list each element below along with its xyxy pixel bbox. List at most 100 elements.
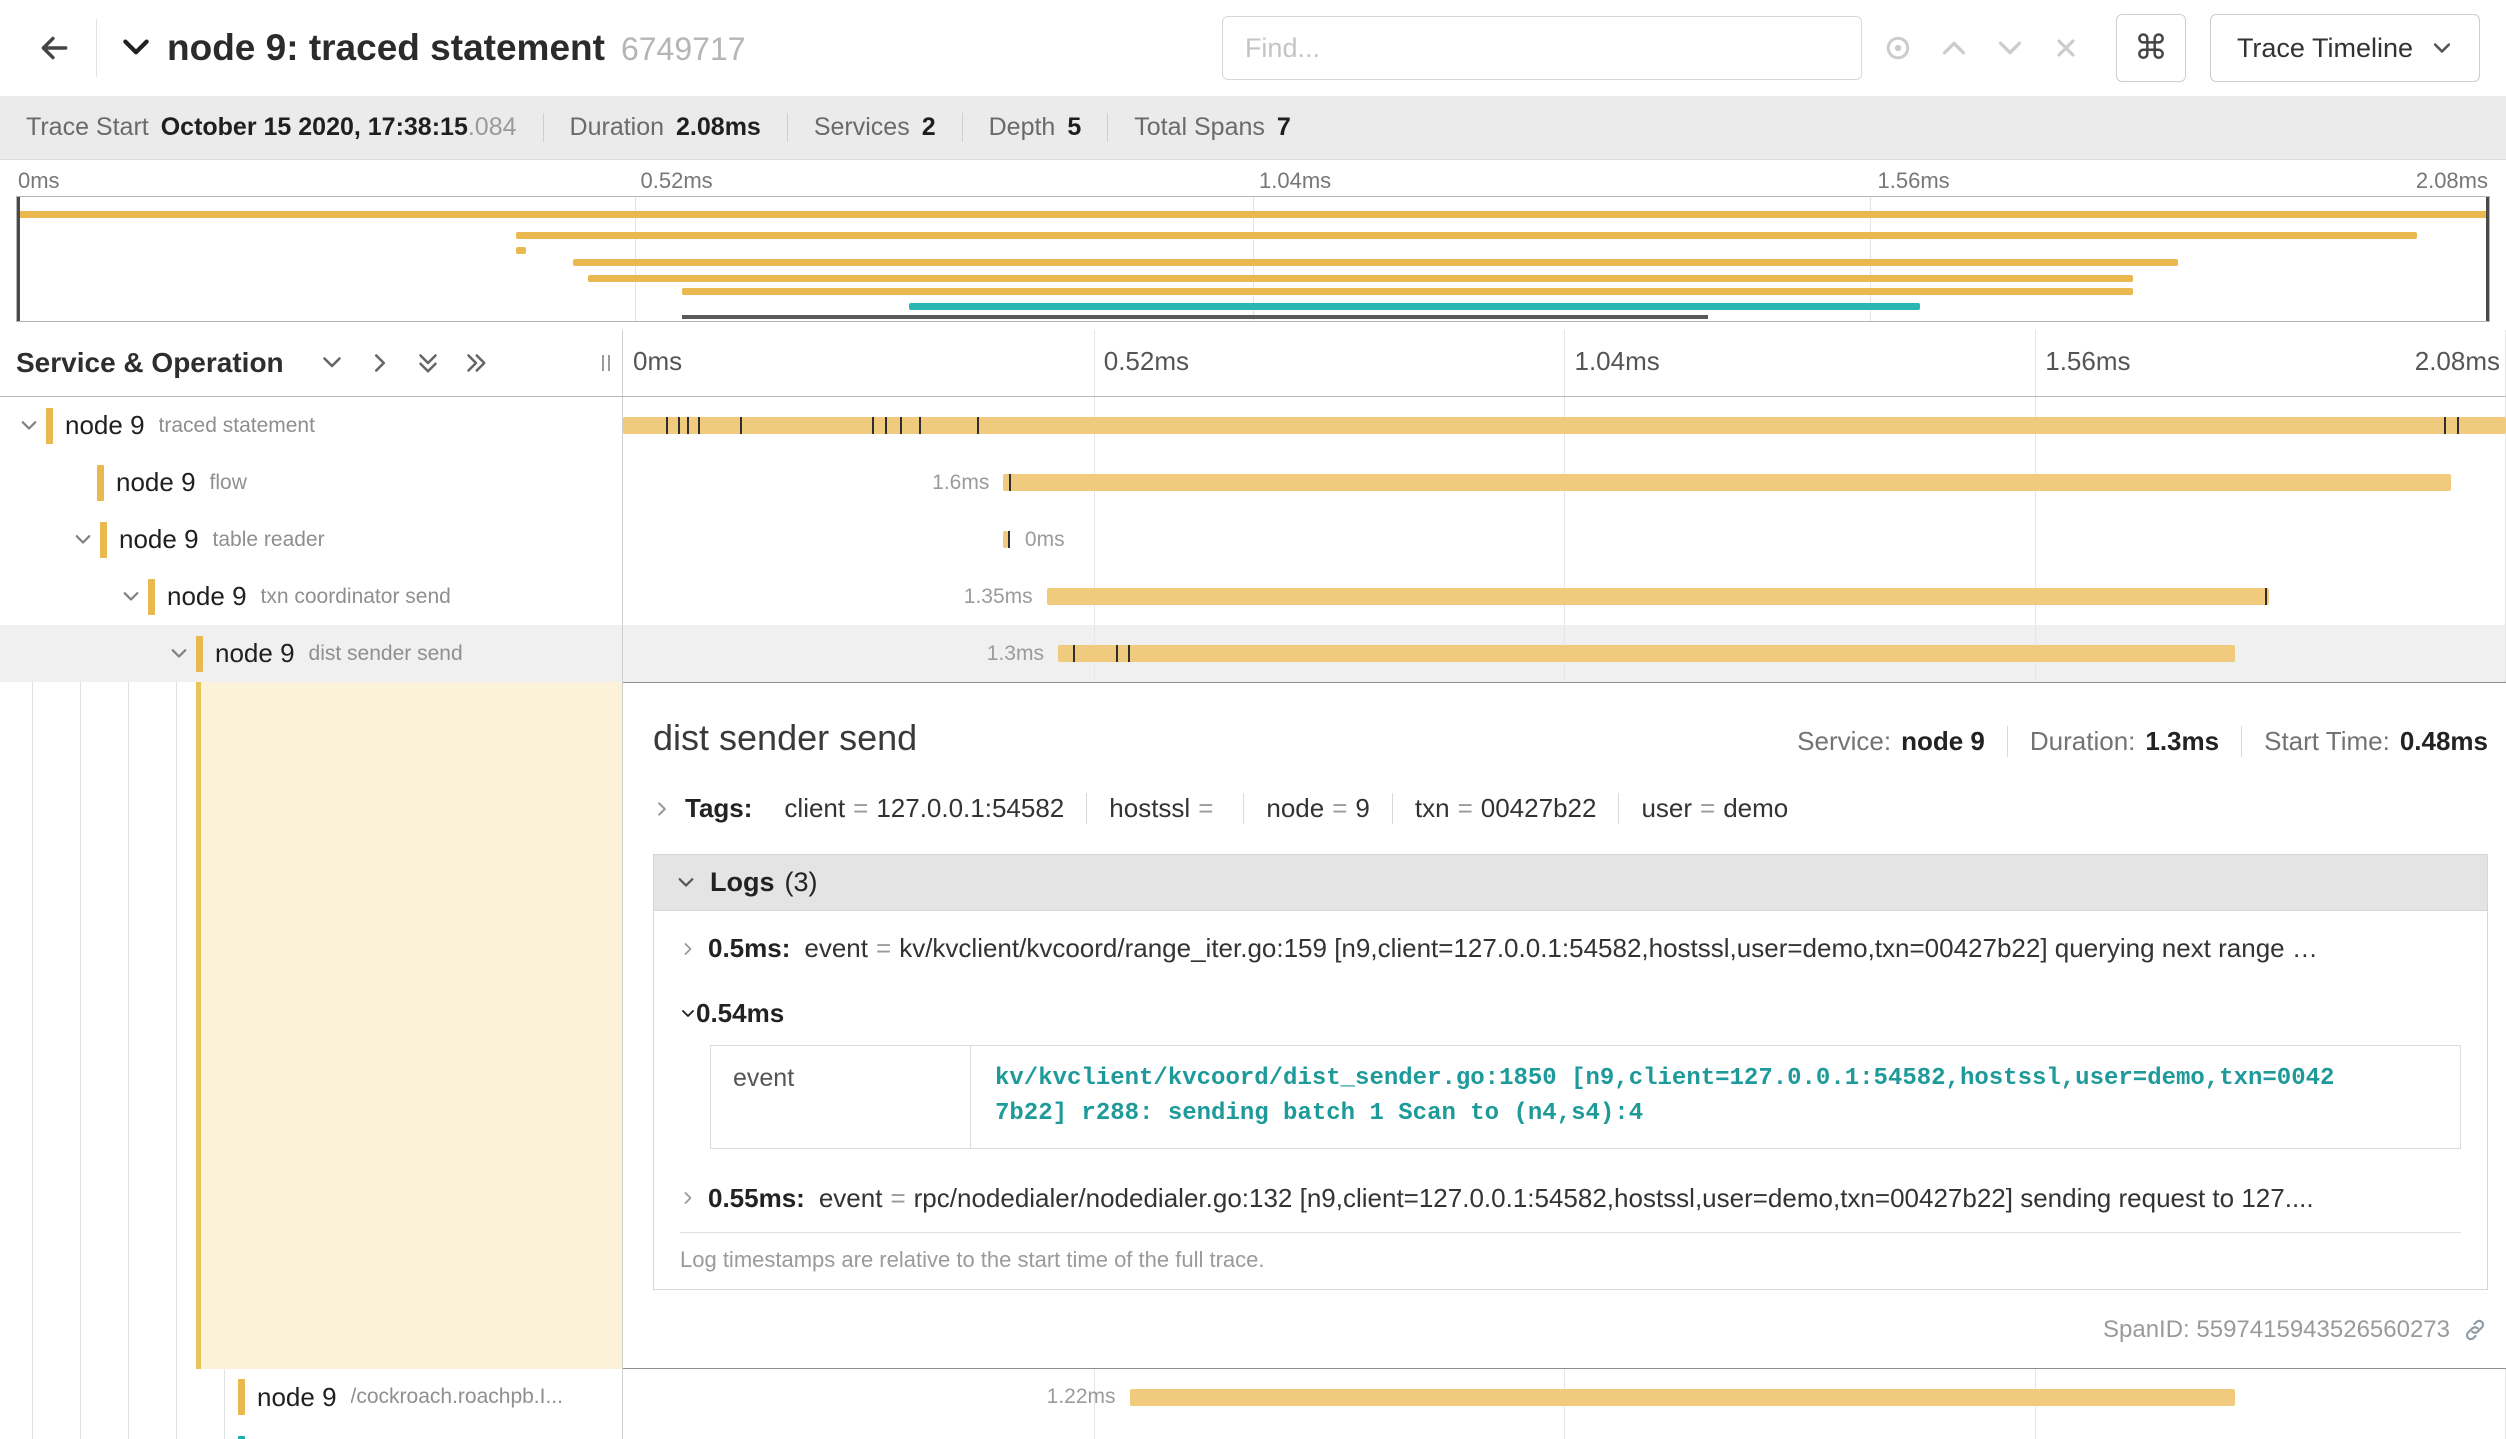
span-row-roachpb-node4: node 4 /cockroach.roachpb.I... 0.85ms	[0, 1426, 2506, 1439]
tag-value: 127.0.0.1:54582	[876, 793, 1064, 823]
span-duration-label: 0ms	[1025, 528, 1065, 552]
column-resize-grip[interactable]	[596, 347, 616, 379]
trace-id: 6749717	[621, 31, 746, 68]
minimap-span-bar	[17, 211, 2489, 218]
ruler-tick: 1.04ms	[1575, 346, 1660, 377]
span-row-table-reader: node 9 table reader 0ms	[0, 511, 2506, 568]
chevron-down-icon[interactable]	[114, 587, 148, 607]
summary-label: Services	[814, 113, 910, 142]
span-name-cell[interactable]: node 9 dist sender send	[0, 625, 623, 682]
tree-tools	[320, 351, 488, 375]
logs-count: (3)	[785, 867, 818, 898]
span-bar[interactable]	[1130, 1389, 2235, 1406]
keyboard-shortcuts-button[interactable]: ⌘	[2116, 14, 2186, 82]
service-name: node 9	[257, 1382, 337, 1413]
logs-body: 0.5ms: event=kv/kvclient/kvcoord/range_i…	[654, 911, 2487, 1289]
service-color-indicator	[196, 636, 203, 672]
log-timestamp: 0.5ms:	[708, 933, 790, 964]
summary-value: 7	[1277, 113, 1291, 142]
meta-value: node 9	[1901, 726, 1985, 756]
timeline-ruler: 0ms 0.52ms 1.04ms 1.56ms 2.08ms	[623, 330, 2506, 396]
log-marker	[2457, 417, 2459, 434]
find-input[interactable]	[1222, 16, 1862, 80]
service-color-indicator	[46, 408, 53, 444]
tag-item: user=demo	[1618, 793, 1810, 824]
log-fields-table: event kv/kvclient/kvcoord/dist_sender.go…	[710, 1045, 2461, 1149]
log-value-cell: kv/kvclient/kvcoord/dist_sender.go:1850 …	[971, 1046, 2460, 1148]
log-marker	[666, 417, 668, 434]
log-equals: =	[876, 933, 891, 963]
minimap-right-scrubber[interactable]	[2486, 197, 2489, 321]
log-entry[interactable]: 0.5ms: event=kv/kvclient/kvcoord/range_i…	[680, 915, 2461, 982]
span-detail-meta: Service: node 9 Duration:1.3ms Start Time…	[1775, 726, 2488, 757]
span-bar-cell[interactable]: 0ms	[623, 511, 2506, 568]
summary-value: 2	[922, 113, 936, 142]
span-bar-cell[interactable]: 1.35ms	[623, 568, 2506, 625]
expand-one-chevron-right-icon[interactable]	[368, 351, 392, 375]
summary-duration: Duration 2.08ms	[543, 113, 787, 142]
ruler-tick: 1.56ms	[1878, 168, 1950, 194]
detail-duration: Duration:1.3ms	[2007, 726, 2241, 757]
summary-services: Services 2	[787, 113, 962, 142]
span-name-cell[interactable]: node 9 flow	[0, 454, 623, 511]
ruler-tick: 0.52ms	[1104, 346, 1189, 377]
logs-note: Log timestamps are relative to the start…	[680, 1232, 2461, 1289]
span-bar-cell[interactable]	[623, 397, 2506, 454]
trace-view-selector[interactable]: Trace Timeline	[2210, 14, 2480, 82]
log-value: kv/kvclient/kvcoord/range_iter.go:159 [n…	[899, 933, 2318, 963]
span-detail-indent	[0, 682, 623, 1369]
tag-key: client	[784, 793, 845, 823]
tags-accordion[interactable]: Tags: client=127.0.0.1:54582 hostssl= no…	[653, 793, 2488, 824]
summary-value: 2.08ms	[676, 113, 761, 142]
page-title: node 9: traced statement 6749717	[167, 27, 746, 69]
service-operation-header: Service & Operation	[0, 330, 623, 396]
span-name-cell[interactable]: node 4 /cockroach.roachpb.I...	[0, 1426, 623, 1439]
collapse-one-chevron-down-icon[interactable]	[320, 351, 344, 375]
span-bar-cell[interactable]: 1.6ms	[623, 454, 2506, 511]
find-scope-icon[interactable]	[1878, 28, 1918, 68]
trace-summary-bar: Trace Start October 15 2020, 17:38:15.08…	[0, 96, 2506, 160]
trace-collapse-chevron-icon[interactable]	[119, 31, 153, 65]
span-detail-header: dist sender send Service:node 9 Duration…	[653, 717, 2488, 759]
tag-key: node	[1266, 793, 1324, 823]
log-entry[interactable]: 0.54ms	[680, 982, 2461, 1033]
span-name-cell[interactable]: node 9 traced statement	[0, 397, 623, 454]
copy-link-icon[interactable]	[2462, 1317, 2488, 1343]
logs-accordion-header[interactable]: Logs (3)	[654, 855, 2487, 911]
span-name-cell[interactable]: node 9 /cockroach.roachpb.I...	[0, 1369, 623, 1426]
meta-label: Service:	[1797, 726, 1891, 756]
span-duration-label: 1.3ms	[987, 642, 1044, 666]
operation-name: flow	[210, 471, 247, 495]
span-bar[interactable]	[1003, 474, 2451, 491]
log-entry[interactable]: 0.55ms: event=rpc/nodedialer/nodedialer.…	[680, 1165, 2461, 1232]
find-clear-icon[interactable]	[2046, 28, 2086, 68]
span-row-traced-statement: node 9 traced statement	[0, 397, 2506, 454]
trace-minimap: 0ms 0.52ms 1.04ms 1.56ms 2.08ms	[0, 160, 2506, 330]
top-bar: node 9: traced statement 6749717 ⌘ Trace…	[0, 0, 2506, 96]
span-name-cell[interactable]: node 9 table reader	[0, 511, 623, 568]
expand-all-double-chevron-right-icon[interactable]	[464, 351, 488, 375]
tags-label: Tags:	[685, 793, 752, 824]
span-bar[interactable]	[1047, 588, 2269, 605]
back-icon[interactable]	[26, 20, 82, 76]
find-prev-chevron-up-icon[interactable]	[1934, 28, 1974, 68]
minimap-focus-bar	[682, 315, 1708, 319]
span-name-cell[interactable]: node 9 txn coordinator send	[0, 568, 623, 625]
log-marker	[1073, 645, 1075, 662]
chevron-down-icon[interactable]	[162, 644, 196, 664]
span-bar[interactable]	[1058, 645, 2235, 662]
minimap-ruler: 0ms 0.52ms 1.04ms 1.56ms 2.08ms	[16, 166, 2490, 196]
collapse-all-double-chevron-down-icon[interactable]	[416, 351, 440, 375]
span-bar-cell[interactable]: 1.3ms	[623, 625, 2506, 682]
span-bar-cell[interactable]: 1.22ms	[623, 1369, 2506, 1426]
tag-equals: =	[1700, 793, 1715, 823]
chevron-down-icon[interactable]	[66, 530, 100, 550]
summary-depth: Depth 5	[962, 113, 1108, 142]
minimap-canvas[interactable]	[16, 196, 2490, 322]
span-bar[interactable]	[623, 417, 2506, 434]
chevron-down-icon[interactable]	[12, 416, 46, 436]
minimap-left-scrubber[interactable]	[17, 197, 20, 321]
find-next-chevron-down-icon[interactable]	[1990, 28, 2030, 68]
detail-start-time: Start Time:0.48ms	[2241, 726, 2488, 757]
span-bar-cell[interactable]: 0.85ms	[623, 1426, 2506, 1439]
